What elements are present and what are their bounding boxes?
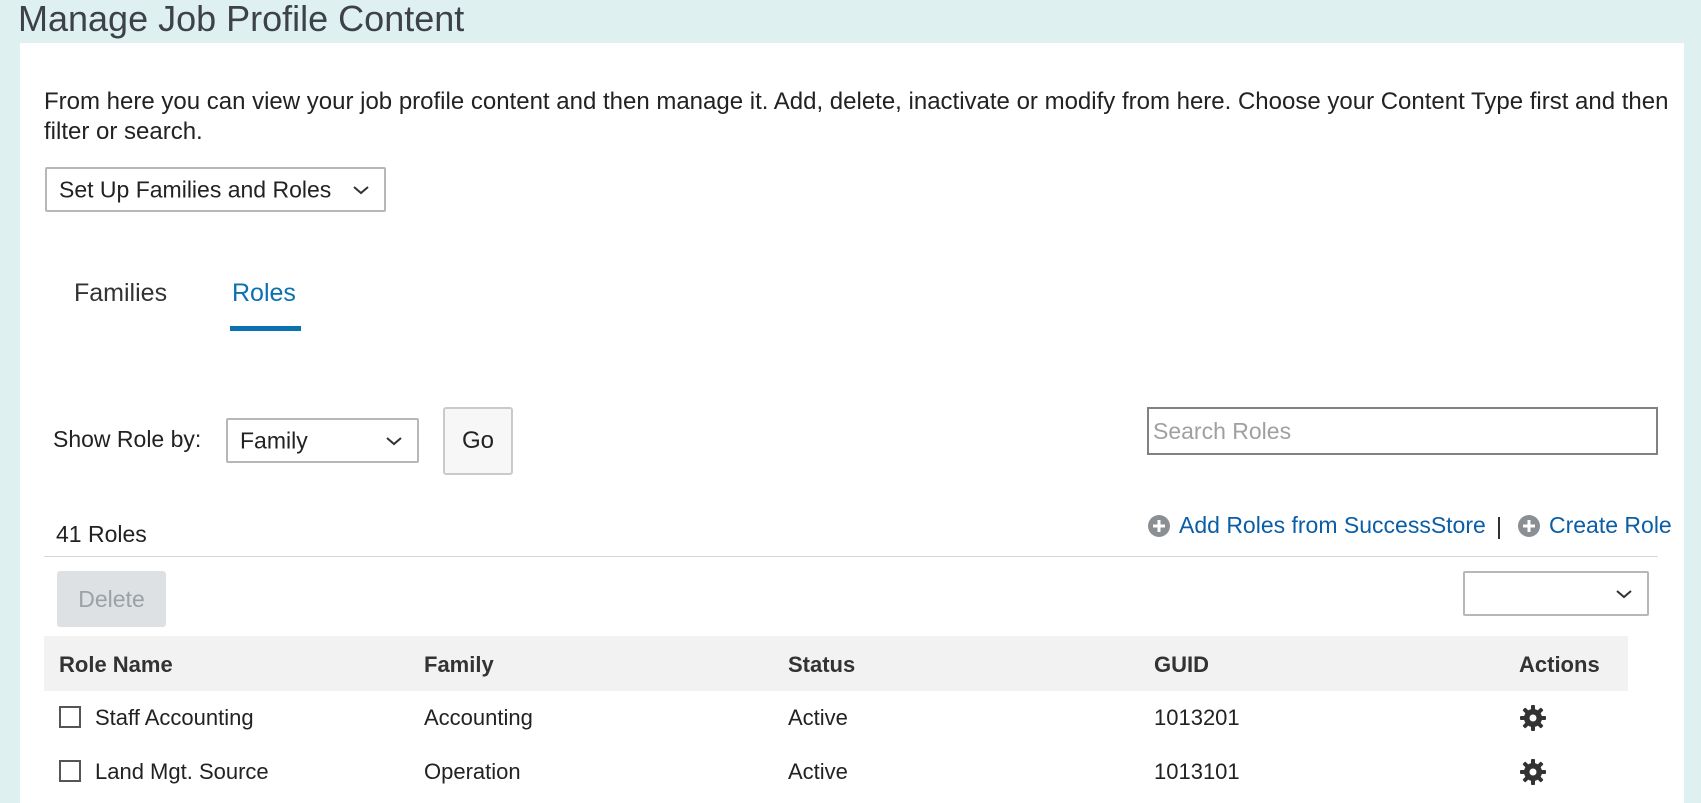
create-role-link[interactable]: Create Role: [1517, 512, 1672, 539]
table-row: Land Mgt. Source Operation Active 101310…: [44, 746, 1628, 800]
role-name-link[interactable]: Land Mgt. Source: [95, 759, 269, 785]
col-guid[interactable]: GUID: [1154, 652, 1209, 678]
show-role-by-label: Show Role by:: [53, 426, 202, 452]
roles-count: 41 Roles: [56, 521, 147, 547]
divider: [44, 556, 1658, 557]
col-status[interactable]: Status: [788, 652, 855, 678]
role-name-link[interactable]: Staff Accounting: [95, 705, 254, 731]
add-roles-from-store-label: Add Roles from SuccessStore: [1179, 512, 1486, 538]
table-header: Role Name Family Status GUID Actions: [44, 636, 1628, 691]
gear-icon[interactable]: [1519, 758, 1547, 786]
tab-families[interactable]: Families: [74, 279, 167, 308]
table-row: Staff Accounting Accounting Active 10132…: [44, 692, 1628, 746]
row-checkbox[interactable]: [59, 706, 81, 728]
show-role-by-select[interactable]: Family: [226, 418, 419, 463]
content-type-select[interactable]: Set Up Families and Roles: [45, 167, 386, 212]
show-role-by-value: Family: [240, 427, 308, 453]
col-family[interactable]: Family: [424, 652, 494, 678]
add-roles-from-store-link[interactable]: Add Roles from SuccessStore: [1147, 512, 1486, 539]
intro-text: From here you can view your job profile …: [44, 88, 1669, 145]
col-role-name[interactable]: Role Name: [59, 652, 173, 678]
status-cell: Active: [788, 705, 848, 730]
tab-roles[interactable]: Roles: [232, 279, 296, 308]
delete-button[interactable]: Delete: [57, 571, 166, 627]
guid-cell: 1013201: [1154, 705, 1240, 730]
page-title: Manage Job Profile Content: [18, 0, 465, 39]
col-actions: Actions: [1519, 652, 1600, 677]
family-cell: Accounting: [424, 705, 533, 730]
gear-icon[interactable]: [1519, 704, 1547, 732]
separator: |: [1496, 513, 1502, 539]
create-role-label: Create Role: [1549, 512, 1672, 538]
search-input[interactable]: [1147, 407, 1658, 455]
active-tab-indicator: [230, 326, 301, 331]
plus-circle-icon: [1518, 514, 1540, 537]
guid-cell: 1013101: [1154, 759, 1240, 784]
content-type-value: Set Up Families and Roles: [59, 176, 332, 202]
chevron-down-icon: [353, 185, 369, 194]
chevron-down-icon: [386, 436, 402, 445]
plus-circle-icon: [1148, 514, 1170, 537]
row-checkbox[interactable]: [59, 760, 81, 782]
go-button[interactable]: Go: [443, 407, 513, 475]
family-cell: Operation: [424, 759, 521, 784]
status-cell: Active: [788, 759, 848, 784]
chevron-down-icon: [1616, 589, 1632, 598]
bulk-action-select[interactable]: [1463, 571, 1649, 616]
